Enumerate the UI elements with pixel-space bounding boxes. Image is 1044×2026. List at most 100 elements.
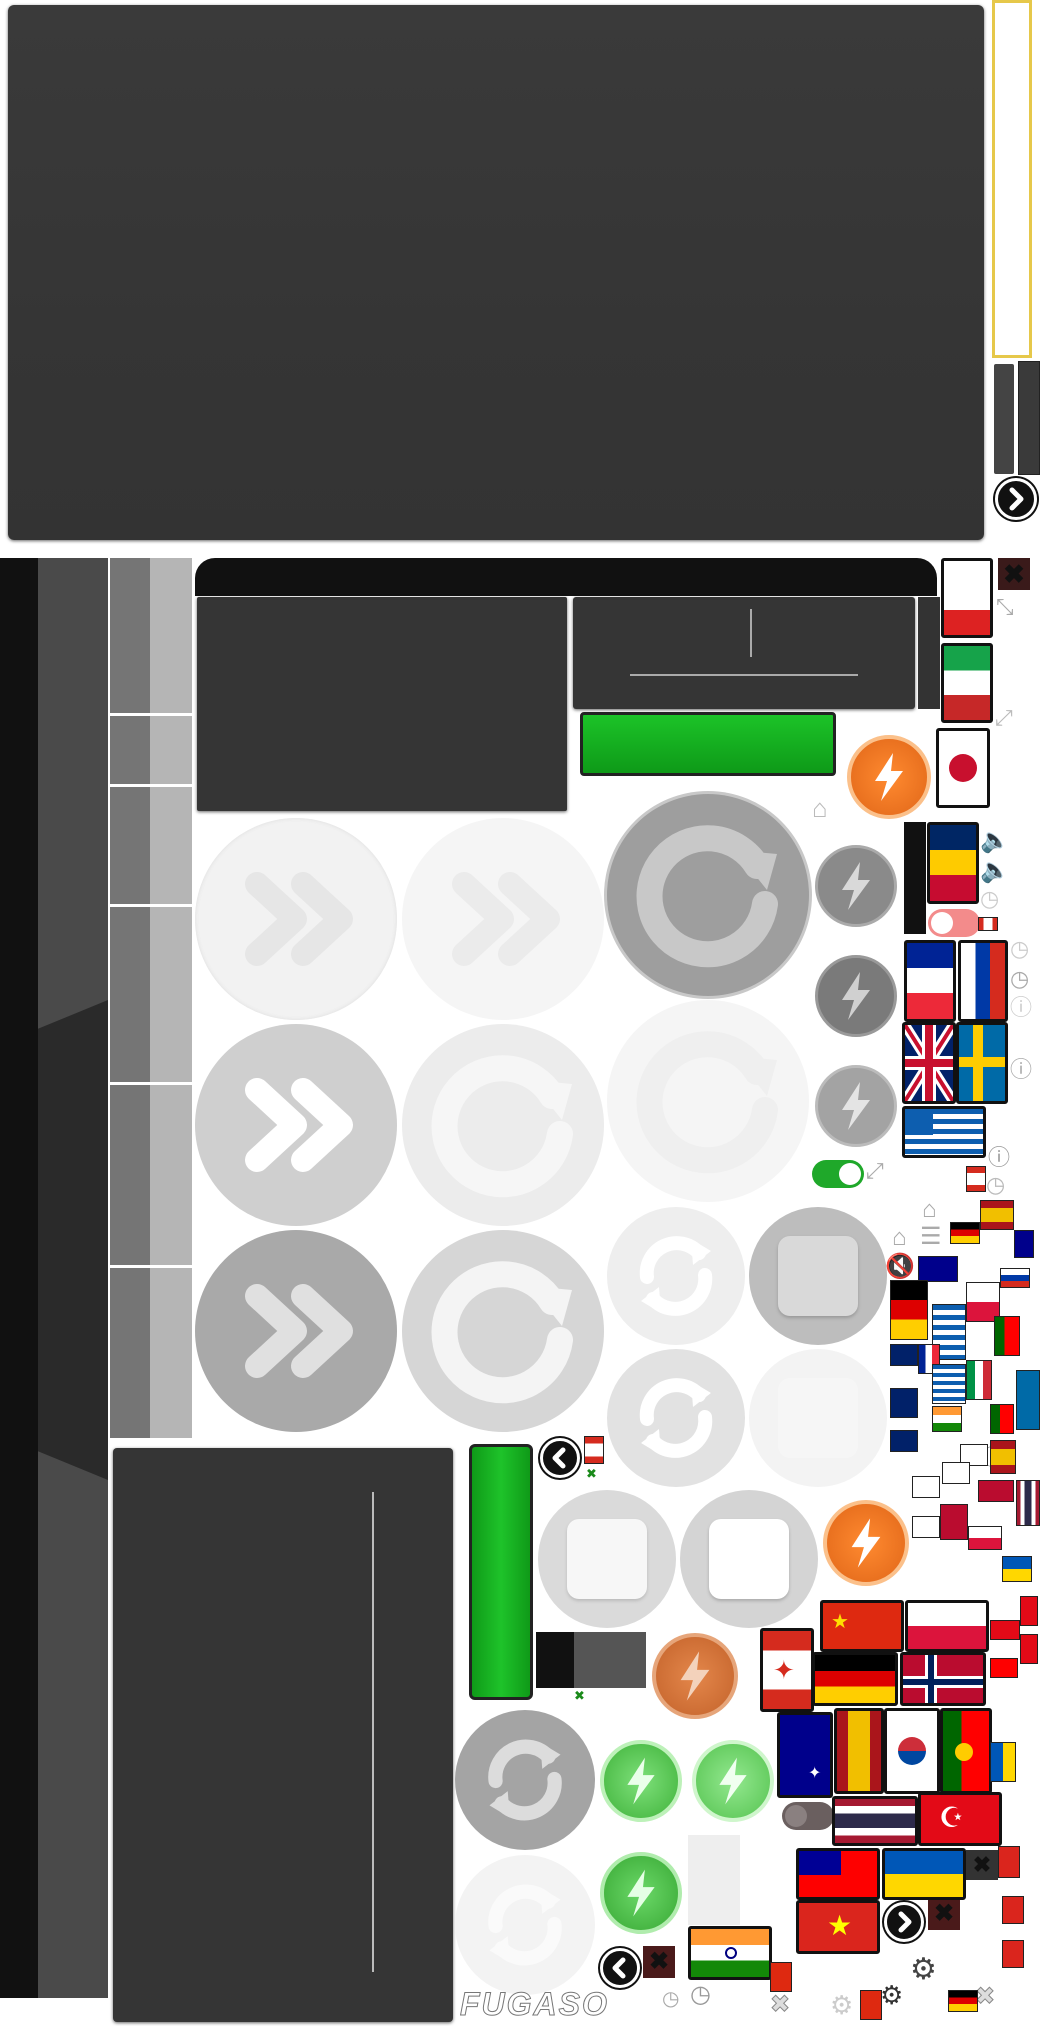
gear-icon[interactable]: ⚙ — [880, 1980, 910, 2010]
speaker-off-icon[interactable]: 🔇 — [885, 1252, 915, 1280]
flag-australia[interactable]: ✦ — [777, 1712, 833, 1798]
flag-thailand[interactable] — [832, 1796, 918, 1846]
dark-bar — [904, 822, 926, 934]
mini-flag-ukraine — [1002, 1556, 1032, 1582]
expand-icon[interactable]: ⤢ — [995, 705, 1025, 735]
autoplay-button-disabled[interactable] — [195, 818, 397, 1020]
clock-icon[interactable]: ◷ — [1010, 936, 1038, 964]
gear-icon[interactable]: ⚙ — [830, 1990, 860, 2020]
stop-square-icon — [778, 1378, 858, 1458]
turbo-button-active[interactable] — [847, 735, 931, 819]
mini-flag-poland — [968, 1526, 1002, 1550]
flag-germany[interactable] — [812, 1652, 898, 1706]
turbo-button-grey-2[interactable] — [815, 955, 897, 1037]
prev-button[interactable] — [540, 1438, 580, 1478]
close-icon[interactable]: ✖ — [928, 1898, 960, 1930]
info-icon[interactable]: ⓘ — [988, 1140, 1016, 1170]
flag-portugal[interactable] — [940, 1708, 992, 1794]
mini-flag-china — [770, 1962, 792, 1992]
flag-spain[interactable] — [834, 1708, 884, 1794]
close-icon[interactable]: ✖ — [643, 1946, 675, 1978]
refresh-arrows-icon — [639, 1378, 713, 1458]
mini-flag-vietnam — [1002, 1896, 1024, 1924]
home-icon[interactable]: ⌂ — [892, 1224, 920, 1252]
refresh-arrows-icon — [639, 1236, 713, 1316]
refresh-button-faded[interactable] — [455, 1855, 595, 1995]
mini-flag-thailand — [1016, 1480, 1040, 1526]
flag-japan[interactable] — [936, 728, 990, 808]
home-icon[interactable]: ⌂ — [922, 1196, 950, 1224]
expand-icon[interactable]: ⤢ — [866, 1158, 896, 1188]
clock-icon[interactable]: ◷ — [662, 1986, 688, 2012]
confirm-button[interactable] — [580, 712, 836, 776]
clock-icon[interactable]: ◷ — [986, 1172, 1014, 1200]
info-icon[interactable]: ⓘ — [1010, 1052, 1038, 1082]
close-icon[interactable]: ✖ — [770, 1990, 796, 2019]
info-icon[interactable]: ⓘ — [1010, 990, 1038, 1020]
prev-button-small[interactable] — [600, 1948, 640, 1988]
spin-button-disabled[interactable] — [607, 1000, 809, 1202]
stop-button-disabled[interactable] — [749, 1349, 887, 1487]
flag-taiwan[interactable] — [796, 1848, 880, 1900]
autoplay-button-hover[interactable] — [195, 1230, 397, 1432]
turbo-button-green-2[interactable] — [692, 1740, 774, 1822]
flag-canada[interactable]: ✦ — [760, 1628, 814, 1712]
flag-vietnam[interactable]: ★ — [796, 1900, 880, 1954]
gear-icon[interactable]: ⚙ — [910, 1952, 944, 1986]
flag-russia[interactable] — [958, 940, 1008, 1022]
autoplay-button-normal[interactable] — [195, 1024, 397, 1226]
flag-united-kingdom[interactable] — [902, 1022, 956, 1104]
lightning-fire-icon — [680, 1651, 710, 1701]
refresh-button-normal[interactable] — [607, 1349, 745, 1487]
brand-logo: FUGASO — [460, 1986, 609, 2023]
turbo-button-green-1[interactable] — [600, 1740, 682, 1822]
speaker-on-icon[interactable]: 🔈 — [980, 856, 1010, 884]
stop-button-hover[interactable] — [680, 1490, 818, 1628]
bet-level-bar[interactable] — [469, 1444, 533, 1700]
stop-button-normal[interactable] — [538, 1490, 676, 1628]
turbo-button-orange-dim[interactable] — [652, 1633, 738, 1719]
scroll-bar-left[interactable] — [994, 364, 1014, 474]
refresh-button-grey[interactable] — [455, 1710, 595, 1850]
flag-norway[interactable] — [900, 1652, 986, 1706]
spin-button-pressed[interactable] — [607, 794, 809, 996]
toggle-switch-on[interactable] — [812, 1160, 864, 1188]
mini-flag-sweden — [1016, 1370, 1040, 1430]
autoplay-button-faded[interactable] — [402, 818, 604, 1020]
refresh-button-light[interactable] — [607, 1207, 745, 1345]
turbo-button-green-3[interactable] — [600, 1852, 682, 1934]
clock-icon[interactable]: ◷ — [690, 1980, 720, 2010]
flag-south-korea[interactable] — [884, 1708, 940, 1794]
close-icon[interactable]: ✖ — [998, 558, 1030, 590]
spin-button-light[interactable] — [402, 1024, 604, 1226]
flag-sweden[interactable] — [956, 1022, 1008, 1104]
toggle-switch-disabled[interactable] — [782, 1802, 834, 1830]
menu-icon[interactable]: ☰ — [920, 1222, 950, 1250]
next-button-small[interactable] — [884, 1902, 924, 1942]
flag-ukraine[interactable] — [882, 1848, 966, 1900]
header-bar — [195, 558, 937, 596]
turbo-button-grey-3[interactable] — [815, 1065, 897, 1147]
bet-panel — [573, 597, 915, 709]
flag-italy[interactable] — [941, 558, 993, 638]
mini-flag-greece — [932, 1364, 966, 1404]
toggle-switch-off[interactable] — [928, 909, 980, 937]
home-icon[interactable]: ⌂ — [812, 793, 842, 823]
scroll-bar-right[interactable] — [1018, 361, 1040, 475]
flag-greece[interactable] — [902, 1106, 986, 1158]
flag-chad[interactable] — [927, 822, 979, 904]
collapse-icon[interactable]: ⤡ — [996, 594, 1026, 624]
mini-flag-korea — [912, 1476, 940, 1498]
flag-india[interactable] — [688, 1926, 772, 1980]
mini-flag-turkey — [1020, 1596, 1038, 1626]
stop-button-pressed[interactable] — [749, 1207, 887, 1345]
flag-france[interactable] — [904, 940, 956, 1022]
mini-flag-germany — [948, 1990, 978, 2012]
turbo-button-grey-1[interactable] — [815, 845, 897, 927]
spin-button-normal[interactable] — [402, 1230, 604, 1432]
speaker-on-icon[interactable]: 🔈 — [980, 826, 1010, 854]
lightning-fire-icon — [842, 972, 870, 1020]
clock-icon[interactable]: ◷ — [980, 886, 1008, 914]
next-button[interactable] — [995, 478, 1037, 520]
flag-italy-green[interactable] — [941, 643, 993, 723]
